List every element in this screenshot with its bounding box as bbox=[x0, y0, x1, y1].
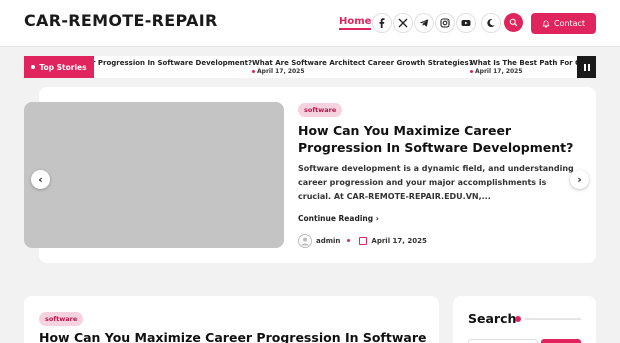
category-badge[interactable]: software bbox=[298, 103, 343, 117]
ticker-item[interactable]: r Progression In Software Development? bbox=[92, 59, 252, 67]
continue-reading-link[interactable]: Continue Reading › bbox=[298, 214, 379, 223]
search-button[interactable] bbox=[504, 13, 523, 32]
search-icon bbox=[509, 18, 518, 27]
calendar-icon bbox=[359, 236, 368, 245]
avatar[interactable] bbox=[298, 233, 312, 248]
search-submit-button[interactable] bbox=[541, 339, 581, 343]
site-logo[interactable]: CAR-REMOTE-REPAIR bbox=[24, 11, 218, 30]
ticker-item[interactable]: What Are Software Architect Career Growt… bbox=[252, 59, 473, 67]
site-header: CAR-REMOTE-REPAIR Home Contact bbox=[0, 0, 620, 47]
separator-dot bbox=[347, 239, 351, 242]
contact-label: Contact bbox=[553, 19, 586, 28]
youtube-icon[interactable] bbox=[456, 13, 476, 33]
ticker-date: April 17, 2025 bbox=[252, 68, 305, 75]
telegram-icon[interactable] bbox=[414, 13, 434, 33]
chevron-right-icon: › bbox=[577, 173, 582, 186]
featured-title[interactable]: How Can You Maximize Career Progression … bbox=[298, 122, 578, 156]
bell-icon bbox=[542, 19, 550, 28]
widget-title: Search bbox=[468, 311, 517, 326]
title-divider bbox=[525, 318, 581, 320]
facebook-icon[interactable] bbox=[372, 13, 392, 33]
user-icon bbox=[301, 237, 309, 245]
contact-button[interactable]: Contact bbox=[531, 13, 596, 34]
post-date: April 17, 2025 bbox=[371, 236, 427, 245]
top-stories-label: Top Stories bbox=[24, 56, 94, 78]
dark-mode-moon-icon[interactable] bbox=[481, 13, 501, 33]
instagram-icon[interactable] bbox=[435, 13, 455, 33]
category-badge[interactable]: software bbox=[39, 312, 84, 326]
featured-image[interactable] bbox=[24, 102, 284, 248]
top-stories-text: Top Stories bbox=[39, 62, 87, 72]
featured-excerpt: Software development is a dynamic field,… bbox=[298, 164, 574, 201]
title-accent-dot bbox=[515, 316, 521, 322]
chevron-right-icon: › bbox=[375, 214, 379, 223]
post-title[interactable]: How Can You Maximize Career Progression … bbox=[39, 330, 426, 343]
author-name[interactable]: admin bbox=[316, 237, 340, 245]
x-icon[interactable] bbox=[393, 13, 413, 33]
news-ticker: Top Stories r Progression In Software De… bbox=[24, 56, 596, 78]
ticker-date: April 17, 2025 bbox=[470, 68, 523, 75]
chevron-left-icon: ‹ bbox=[38, 173, 43, 186]
nav-home-link[interactable]: Home bbox=[339, 16, 372, 30]
search-input[interactable] bbox=[468, 339, 538, 343]
live-dot-icon bbox=[31, 65, 36, 69]
post-meta: admin April 17, 2025 bbox=[298, 233, 427, 248]
slider-prev-button[interactable]: ‹ bbox=[31, 170, 50, 189]
ticker-item[interactable]: What Is The Best Path For Ca bbox=[470, 59, 585, 67]
ticker-pause-button[interactable] bbox=[577, 56, 596, 78]
